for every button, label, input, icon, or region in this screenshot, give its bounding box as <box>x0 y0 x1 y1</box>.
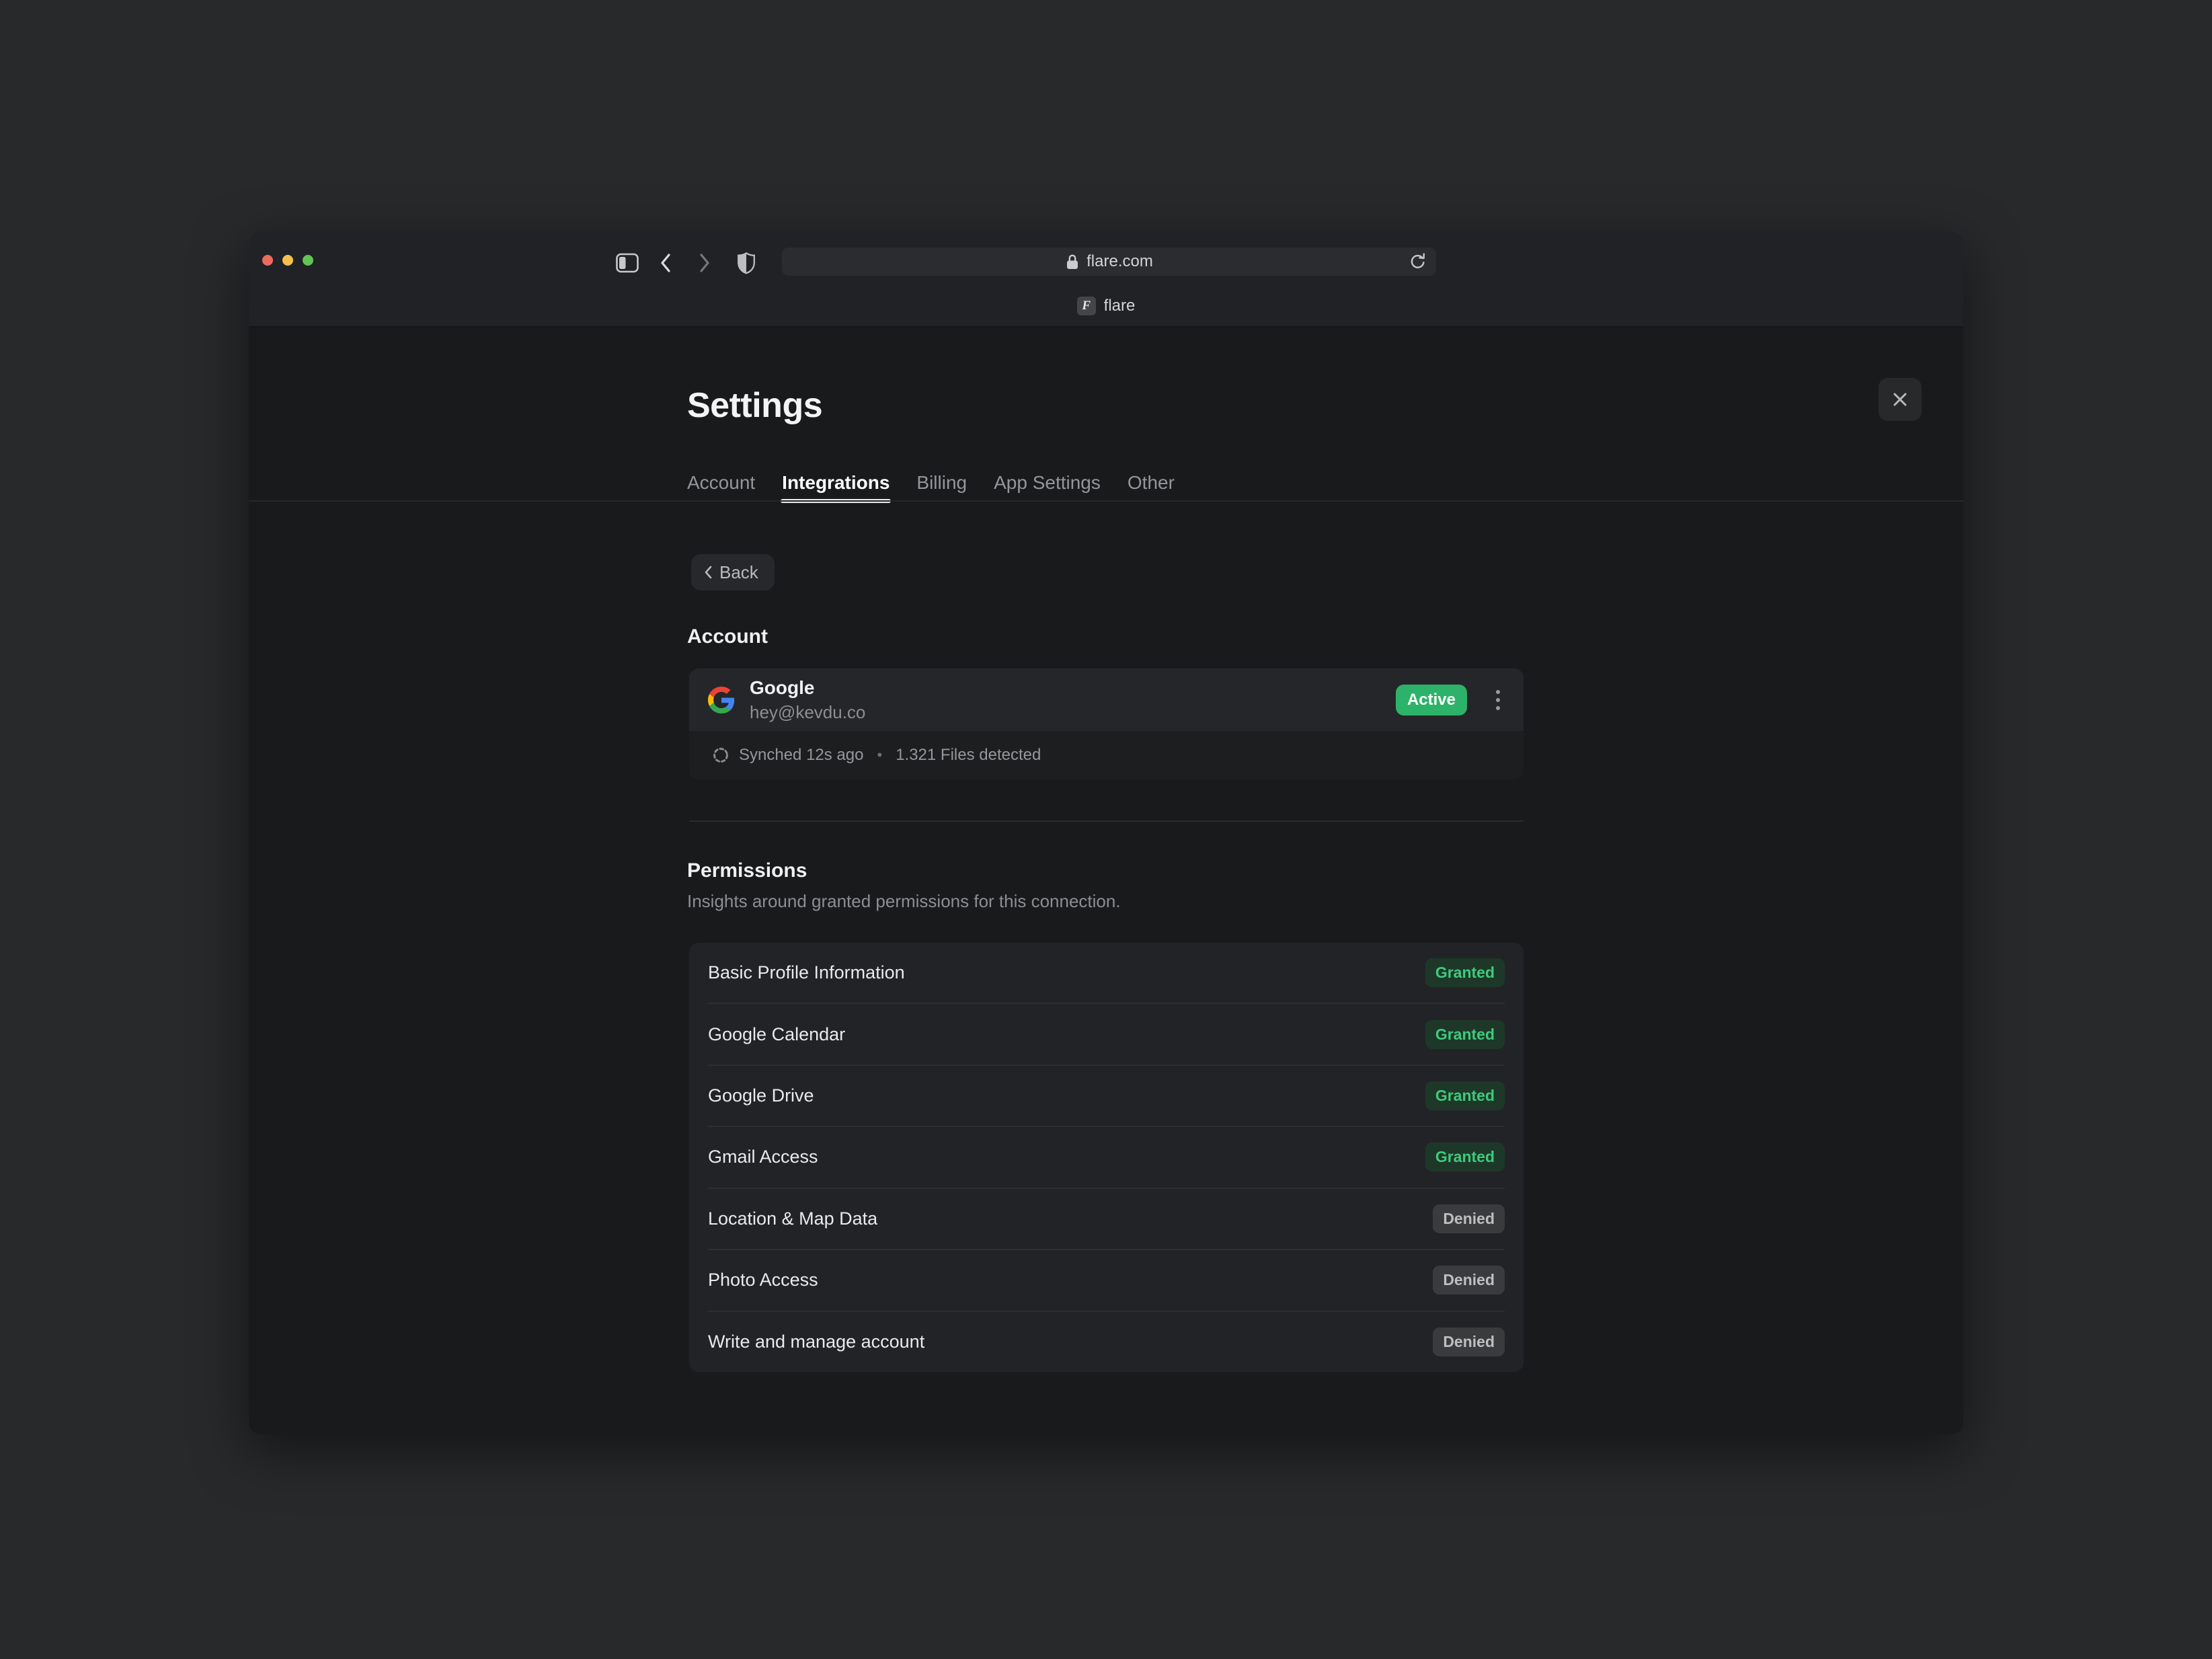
nav-back-button[interactable] <box>652 249 679 276</box>
google-card-titles: Google hey@kevdu.co <box>750 677 865 723</box>
sync-status-text: Synched 12s ago <box>739 746 863 765</box>
settings-page: Settings Account Integrations Billing Ap… <box>249 327 1963 1434</box>
permission-status-badge: Granted <box>1425 1081 1505 1110</box>
permission-label: Google Drive <box>708 1085 814 1106</box>
chevron-left-icon <box>659 252 672 274</box>
permission-label: Write and manage account <box>708 1332 924 1352</box>
tab-title: flare <box>1104 297 1136 315</box>
account-section-heading: Account <box>687 625 768 648</box>
google-integration-card: Google hey@kevdu.co Active <box>689 668 1524 779</box>
google-card-main: Google hey@kevdu.co Active <box>689 668 1524 731</box>
back-button-label: Back <box>719 562 758 583</box>
traffic-lights <box>262 255 313 266</box>
sidebar-toggle-button[interactable] <box>614 249 641 276</box>
permission-row: Google Drive Granted <box>708 1066 1505 1127</box>
permission-status-badge: Denied <box>1433 1266 1505 1295</box>
permission-row: Write and manage account Denied <box>708 1312 1505 1372</box>
permission-status-badge: Granted <box>1425 1020 1505 1049</box>
browser-window: flare.com <box>249 232 1963 1434</box>
refresh-icon <box>1408 252 1428 272</box>
page-title: Settings <box>687 385 1525 426</box>
permission-label: Location & Map Data <box>708 1208 877 1229</box>
permission-row: Photo Access Denied <box>708 1250 1505 1311</box>
tabs-divider <box>249 500 1963 502</box>
permissions-card: Basic Profile Information Granted Google… <box>689 943 1524 1372</box>
refresh-button[interactable] <box>1408 252 1428 272</box>
files-detected-text: 1.321 Files detected <box>896 746 1041 765</box>
tab-integrations[interactable]: Integrations <box>782 465 890 500</box>
permissions-subtitle: Insights around granted permissions for … <box>687 891 1121 912</box>
permission-status-badge: Granted <box>1425 1143 1505 1171</box>
sync-spinner-icon <box>712 746 729 764</box>
tab-app-settings[interactable]: App Settings <box>994 465 1101 500</box>
section-divider <box>689 820 1524 822</box>
permission-status-badge: Denied <box>1433 1204 1505 1233</box>
kebab-menu-icon <box>1495 688 1501 712</box>
permission-status-badge: Granted <box>1425 958 1505 987</box>
favicon: F <box>1077 297 1096 315</box>
card-menu-button[interactable] <box>1491 684 1505 716</box>
provider-name: Google <box>750 677 865 699</box>
permission-row: Google Calendar Granted <box>708 1004 1505 1065</box>
browser-toolbar: flare.com <box>249 232 1963 326</box>
permission-row: Basic Profile Information Granted <box>708 943 1505 1004</box>
back-button[interactable]: Back <box>691 554 775 590</box>
tab-other[interactable]: Other <box>1128 465 1175 500</box>
permission-label: Gmail Access <box>708 1147 818 1167</box>
permission-label: Google Calendar <box>708 1024 845 1045</box>
close-button[interactable] <box>1879 378 1922 421</box>
url-bar[interactable]: flare.com <box>782 247 1436 276</box>
permission-row: Gmail Access Granted <box>708 1127 1505 1188</box>
settings-tabs: Account Integrations Billing App Setting… <box>687 465 1175 500</box>
shield-icon <box>736 252 756 274</box>
sync-status-bar: Synched 12s ago • 1.321 Files detected <box>689 731 1524 779</box>
permission-label: Photo Access <box>708 1270 818 1290</box>
nav-forward-button[interactable] <box>691 249 718 276</box>
url-text: flare.com <box>1087 252 1153 271</box>
lock-icon <box>1065 253 1080 271</box>
separator-dot: • <box>877 746 882 764</box>
chevron-left-icon <box>703 565 713 580</box>
tab-billing[interactable]: Billing <box>916 465 967 500</box>
status-badge-active: Active <box>1396 685 1467 716</box>
google-logo-icon <box>708 687 735 713</box>
sidebar-icon <box>615 252 639 274</box>
traffic-light-close[interactable] <box>262 255 273 266</box>
privacy-shield-button[interactable] <box>733 249 760 276</box>
permission-status-badge: Denied <box>1433 1327 1505 1356</box>
permission-row: Location & Map Data Denied <box>708 1189 1505 1250</box>
traffic-light-zoom[interactable] <box>303 255 313 266</box>
permissions-section-heading: Permissions <box>687 859 807 882</box>
permission-label: Basic Profile Information <box>708 962 905 983</box>
active-tab[interactable]: F flare <box>249 287 1963 325</box>
account-email: hey@kevdu.co <box>750 702 865 723</box>
close-icon <box>1891 391 1909 408</box>
chevron-right-icon <box>698 252 711 274</box>
tab-account[interactable]: Account <box>687 465 755 500</box>
traffic-light-minimize[interactable] <box>282 255 293 266</box>
